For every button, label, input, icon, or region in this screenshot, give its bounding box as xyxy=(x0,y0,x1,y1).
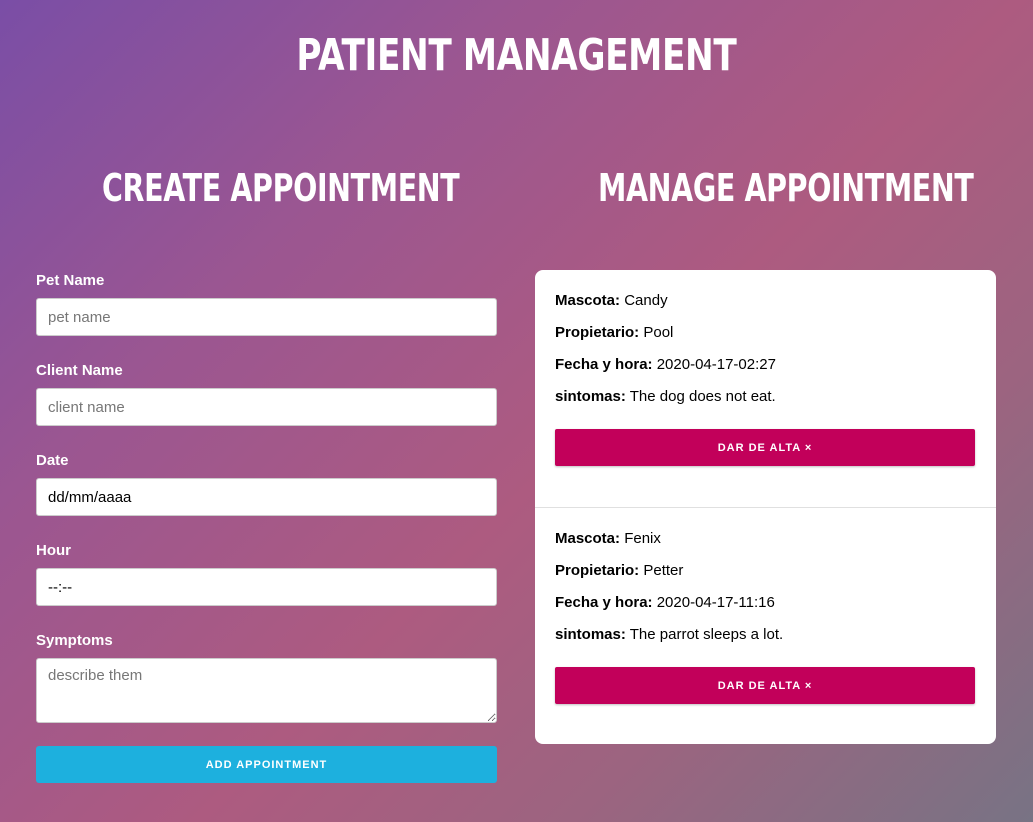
owner-row: Propietario: Pool xyxy=(555,324,976,341)
pet-row: Mascota: Fenix xyxy=(555,530,976,547)
datetime-field-label: Fecha y hora: xyxy=(555,594,653,611)
datetime-value: 2020-04-17-11:16 xyxy=(656,594,775,611)
page-title: PATIENT MANAGEMENT xyxy=(296,30,737,81)
pet-field-label: Mascota: xyxy=(555,292,621,309)
appointment-item: Mascota: Fenix Propietario: Petter Fecha… xyxy=(535,507,996,743)
discharge-button[interactable]: DAR DE ALTA × xyxy=(555,667,975,704)
datetime-row: Fecha y hora: 2020-04-17-11:16 xyxy=(555,594,976,611)
create-appointment-heading: CREATE APPOINTMENT xyxy=(102,166,460,210)
client-name-input[interactable] xyxy=(36,388,497,426)
appointment-item: Mascota: Candy Propietario: Pool Fecha y… xyxy=(535,270,996,507)
pet-row: Mascota: Candy xyxy=(555,292,976,309)
datetime-value: 2020-04-17-02:27 xyxy=(656,356,776,373)
symptoms-field-label: sintomas: xyxy=(555,626,626,643)
hour-label: Hour xyxy=(36,542,71,559)
owner-value: Petter xyxy=(643,562,684,579)
symptoms-label: Symptoms xyxy=(36,632,113,649)
manage-appointment-heading: MANAGE APPOINTMENT xyxy=(598,166,974,210)
symptoms-field-label: sintomas: xyxy=(555,388,626,405)
symptoms-row: sintomas: The parrot sleeps a lot. xyxy=(555,626,976,643)
pet-value: Fenix xyxy=(624,530,661,547)
add-appointment-button[interactable]: ADD APPOINTMENT xyxy=(36,746,497,783)
symptoms-value: The parrot sleeps a lot. xyxy=(629,626,784,643)
pet-name-label: Pet Name xyxy=(36,272,105,289)
appointments-card: Mascota: Candy Propietario: Pool Fecha y… xyxy=(535,270,996,744)
client-name-label: Client Name xyxy=(36,362,123,379)
owner-field-label: Propietario: xyxy=(555,324,640,341)
owner-field-label: Propietario: xyxy=(555,562,640,579)
pet-field-label: Mascota: xyxy=(555,530,621,547)
hour-input[interactable] xyxy=(36,568,497,606)
owner-value: Pool xyxy=(643,324,674,341)
pet-name-input[interactable] xyxy=(36,298,497,336)
datetime-row: Fecha y hora: 2020-04-17-02:27 xyxy=(555,356,976,373)
discharge-button[interactable]: DAR DE ALTA × xyxy=(555,429,975,466)
pet-value: Candy xyxy=(624,292,668,309)
owner-row: Propietario: Petter xyxy=(555,562,976,579)
symptoms-row: sintomas: The dog does not eat. xyxy=(555,388,976,405)
date-input[interactable] xyxy=(36,478,497,516)
date-label: Date xyxy=(36,452,69,469)
symptoms-value: The dog does not eat. xyxy=(629,388,776,405)
datetime-field-label: Fecha y hora: xyxy=(555,356,653,373)
symptoms-textarea[interactable] xyxy=(36,658,497,723)
create-appointment-form: Pet Name Client Name Date Hour Symptoms … xyxy=(36,272,497,783)
